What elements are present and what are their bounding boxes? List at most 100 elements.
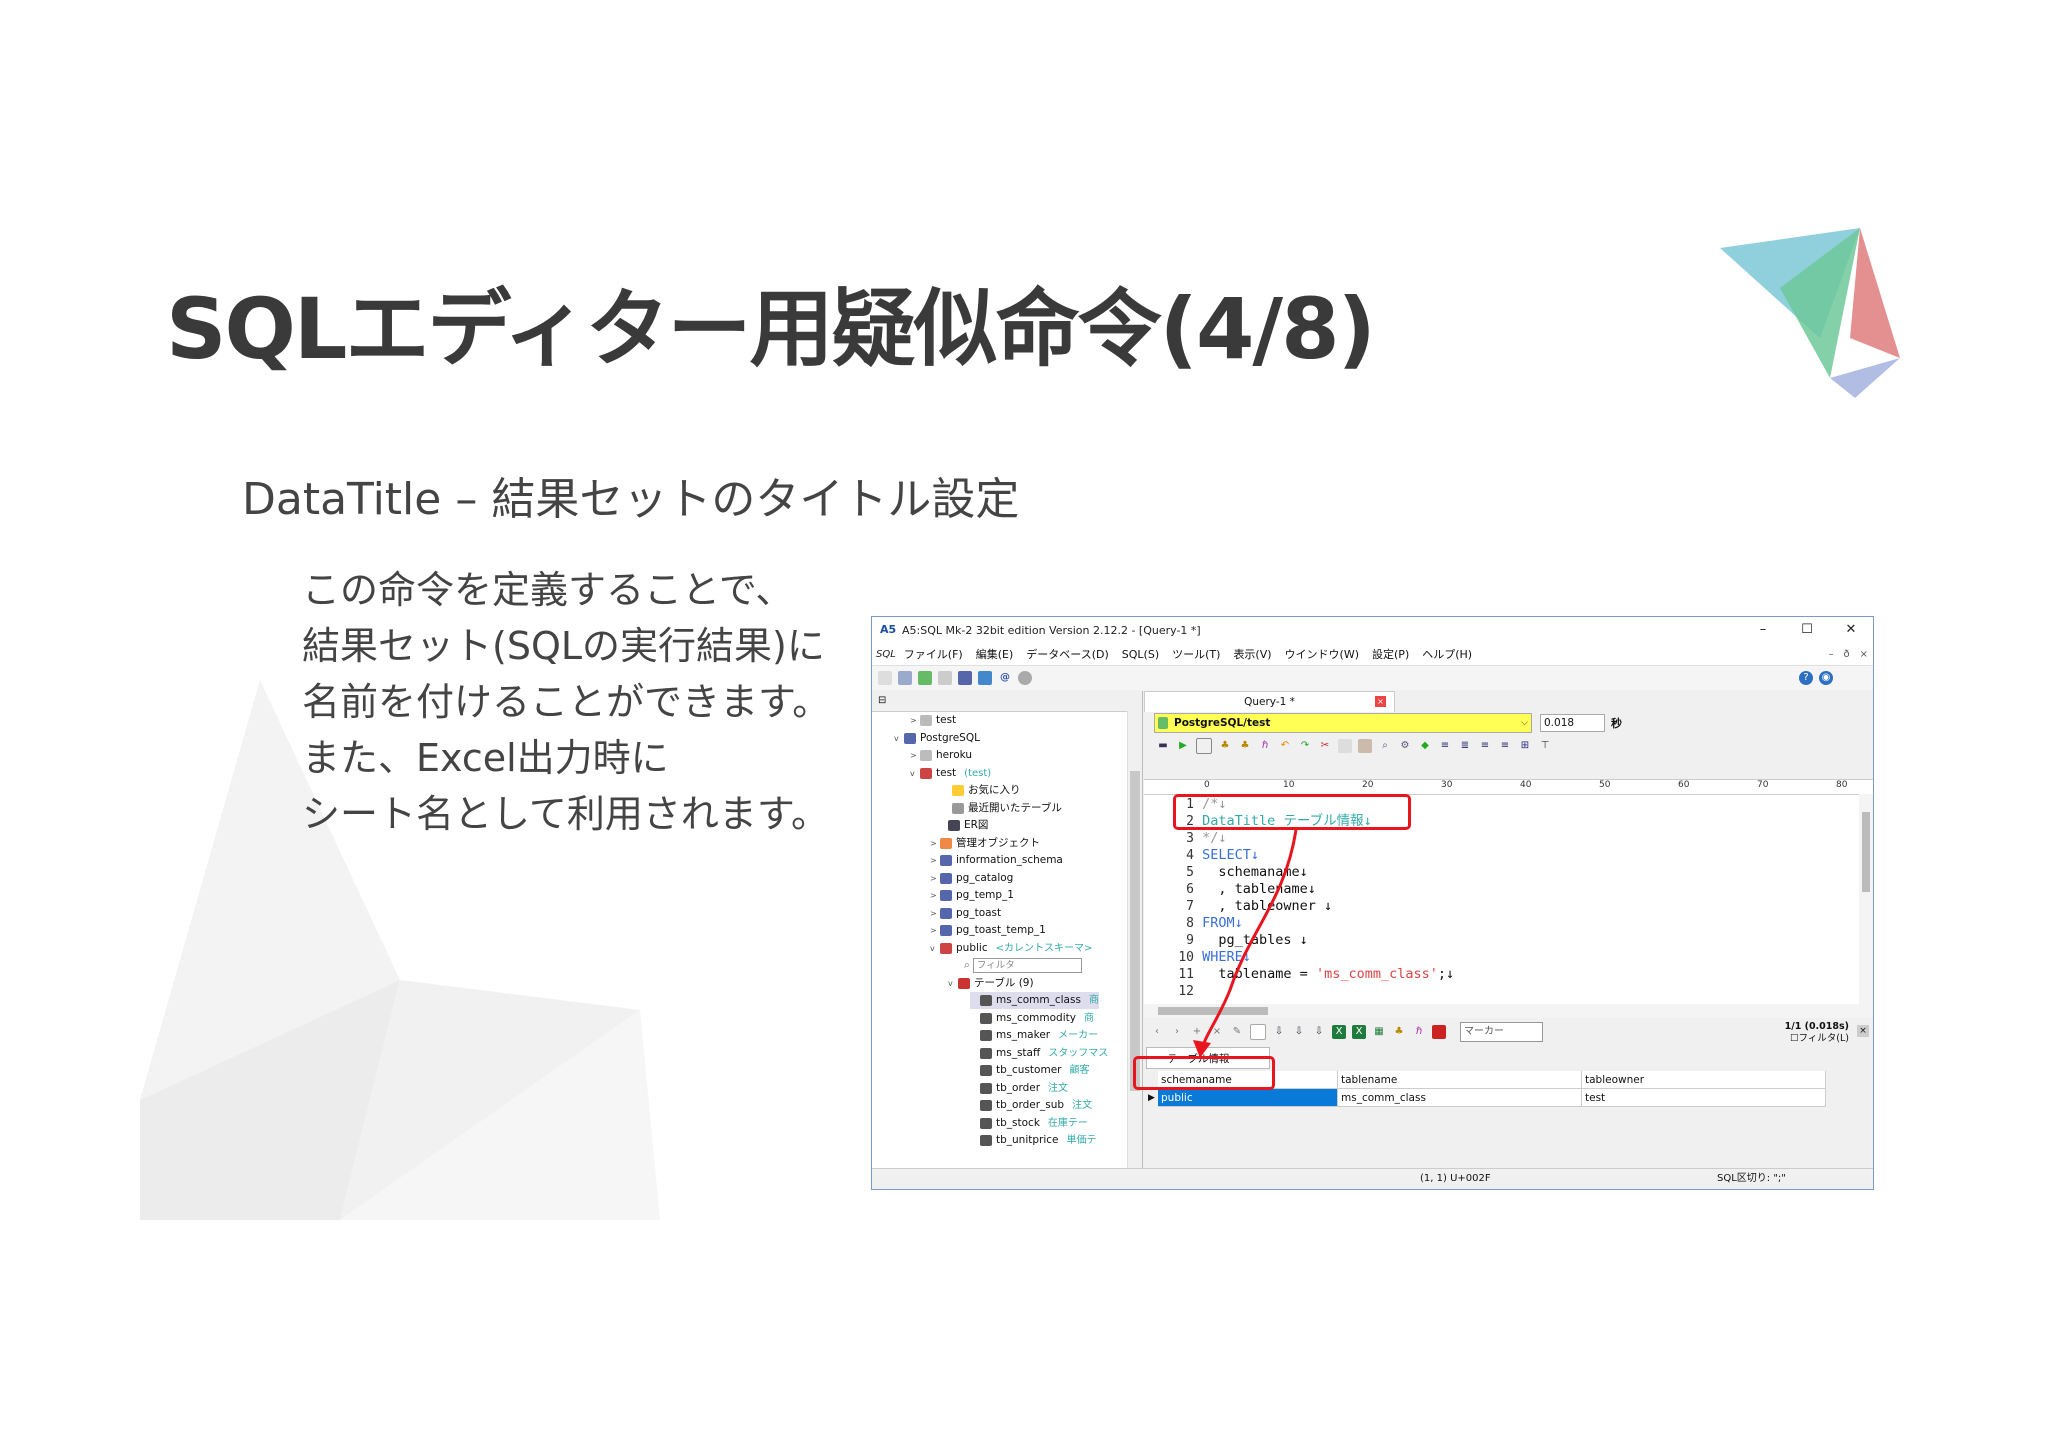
marker-input[interactable]: マーカー (1460, 1022, 1543, 1042)
add-row-icon[interactable]: + (1190, 1025, 1204, 1039)
redo-icon[interactable]: ↷ (1298, 739, 1312, 753)
grid-cell[interactable]: ms_comm_class (1338, 1089, 1582, 1107)
diagram-icon[interactable]: ⊞ (1518, 739, 1532, 753)
export-tsv-icon[interactable]: ⇩ (1292, 1025, 1306, 1039)
expand-arrow-icon[interactable]: v (894, 730, 904, 747)
close-result-icon[interactable]: × (1857, 1025, 1869, 1037)
explain-icon[interactable]: ℏ (1258, 739, 1272, 753)
mdi-minimize-button[interactable]: – (1828, 649, 1833, 660)
find-icon[interactable]: ⌕ (1378, 739, 1392, 753)
tree-item[interactable]: tb_order 注文 (970, 1080, 1068, 1097)
expand-arrow-icon[interactable]: > (910, 747, 920, 764)
delete-row-icon[interactable]: × (1210, 1025, 1224, 1039)
tree-item[interactable]: > pg_toast (930, 905, 1001, 922)
expand-arrow-icon[interactable]: > (930, 905, 940, 922)
export-csv-icon[interactable]: ⇩ (1272, 1025, 1286, 1039)
cut-icon[interactable]: ✂ (1318, 739, 1332, 753)
import-icon[interactable]: ♣ (1238, 739, 1252, 753)
tab-close-icon[interactable]: × (1375, 696, 1386, 707)
tree-view-icon[interactable]: ⊤ (1538, 739, 1552, 753)
expand-arrow-icon[interactable]: > (910, 712, 920, 729)
document-icon[interactable] (1250, 1024, 1266, 1040)
tree-item[interactable]: > pg_toast_temp_1 (930, 922, 1046, 939)
html-icon[interactable]: ▦ (1372, 1025, 1386, 1039)
web-icon[interactable]: ◉ (1819, 671, 1833, 685)
expand-arrow-icon[interactable]: > (930, 852, 940, 869)
editor-vertical-scrollbar[interactable] (1859, 794, 1873, 1004)
connect-icon[interactable] (898, 671, 912, 685)
menu-help[interactable]: ヘルプ(H) (1422, 646, 1472, 662)
code-line[interactable]: 8 FROM↓ (1144, 915, 1243, 932)
mdi-restore-button[interactable]: ð (1843, 649, 1849, 660)
tree-item[interactable]: > pg_catalog (930, 870, 1013, 887)
copy-icon[interactable] (1338, 739, 1352, 753)
expand-arrow-icon[interactable]: > (930, 870, 940, 887)
code-line[interactable]: 7 , tableowner ↓ (1144, 898, 1332, 915)
tree-item[interactable]: ms_commodity 商 (970, 1010, 1094, 1027)
close-button[interactable]: ✕ (1829, 617, 1873, 643)
connection-select[interactable]: PostgreSQL/test ⌵ (1154, 713, 1532, 733)
database-icon[interactable] (918, 671, 932, 685)
expand-arrow-icon[interactable]: v (910, 765, 920, 782)
code-line[interactable]: 3 */↓ (1144, 830, 1226, 847)
menu-file[interactable]: ファイル(F) (904, 646, 963, 662)
tree-item[interactable]: tb_order_sub 注文 (970, 1097, 1092, 1114)
export-icon[interactable]: ♣ (1218, 739, 1232, 753)
tree-item[interactable]: > heroku (910, 747, 972, 764)
grid-cell[interactable]: public (1158, 1089, 1338, 1107)
menu-settings[interactable]: 設定(P) (1372, 646, 1409, 662)
edit-icon[interactable]: ✎ (1230, 1025, 1244, 1039)
outdent-icon[interactable]: ≡ (1498, 739, 1512, 753)
table-icon[interactable] (958, 671, 972, 685)
tree-item[interactable]: > information_schema (930, 852, 1063, 869)
expand-arrow-icon[interactable]: > (930, 887, 940, 904)
editor-scroll-thumb[interactable] (1862, 812, 1870, 892)
expand-arrow-icon[interactable]: > (930, 922, 940, 939)
tree-item[interactable]: ms_maker メーカー (970, 1027, 1098, 1044)
tree-item[interactable]: v テーブル (9) (948, 975, 1034, 992)
menu-sql[interactable]: SQL(S) (1122, 648, 1159, 661)
code-line[interactable]: 4 SELECT↓ (1144, 847, 1259, 864)
column-header[interactable]: tableowner (1582, 1071, 1826, 1089)
expand-arrow-icon[interactable]: v (930, 940, 940, 957)
expand-arrow-icon[interactable]: > (930, 835, 940, 852)
at-icon[interactable]: @ (998, 671, 1012, 685)
sql-export-icon[interactable]: ♣ (1392, 1025, 1406, 1039)
code-line[interactable]: 11 tablename = 'ms_comm_class';↓ (1144, 966, 1454, 983)
tree-scrollbar[interactable] (1127, 711, 1142, 1169)
column-header[interactable]: tablename (1338, 1071, 1582, 1089)
tree-item[interactable]: ER図 (938, 817, 988, 834)
tree-item[interactable]: v public <カレントスキーマ> (930, 940, 1092, 957)
run-icon[interactable]: ▶ (1176, 739, 1190, 753)
chart-icon[interactable]: ℏ (1412, 1025, 1426, 1039)
tree-item[interactable]: ⌕ フィルタ (954, 957, 1082, 974)
help-icon[interactable]: ? (1799, 671, 1813, 685)
editor-hscroll-thumb[interactable] (1158, 1007, 1268, 1015)
stop-icon[interactable] (1196, 738, 1212, 754)
tree-filter-input[interactable]: フィルタ (972, 958, 1082, 973)
save-icon[interactable]: ▬ (1156, 739, 1170, 753)
nav-next-icon[interactable]: › (1170, 1025, 1184, 1039)
tree-item[interactable]: tb_stock 在庫テー (970, 1115, 1088, 1132)
tree-item[interactable]: > test (910, 712, 956, 729)
paste-icon[interactable] (1358, 739, 1372, 753)
grid-cell[interactable]: test (1582, 1089, 1826, 1107)
code-line[interactable]: 10 WHERE↓ (1144, 949, 1251, 966)
tree-item[interactable]: v test (test) (910, 765, 991, 782)
align-left-icon[interactable]: ≡ (1438, 739, 1452, 753)
tab-query-1[interactable]: Query-1 * × (1144, 691, 1395, 712)
tree-item[interactable]: 最近開いたテーブル (942, 800, 1062, 817)
maximize-button[interactable]: ☐ (1785, 617, 1829, 643)
tree-item[interactable]: tb_unitprice 単価テ (970, 1132, 1097, 1149)
code-line[interactable]: 6 , tablename↓ (1144, 881, 1316, 898)
nav-first-icon[interactable]: ‹ (1150, 1025, 1164, 1039)
tree-item[interactable]: ms_comm_class 商 (970, 992, 1099, 1009)
minimize-button[interactable]: – (1741, 617, 1785, 643)
code-line[interactable]: 5 schemaname↓ (1144, 864, 1308, 881)
menu-edit[interactable]: 編集(E) (976, 646, 1014, 662)
replace-icon[interactable]: ⚙ (1398, 739, 1412, 753)
elapsed-time-field[interactable]: 0.018 (1540, 714, 1605, 732)
menu-window[interactable]: ウインドウ(W) (1285, 646, 1359, 662)
menu-tools[interactable]: ツール(T) (1172, 646, 1220, 662)
menu-view[interactable]: 表示(V) (1233, 646, 1271, 662)
